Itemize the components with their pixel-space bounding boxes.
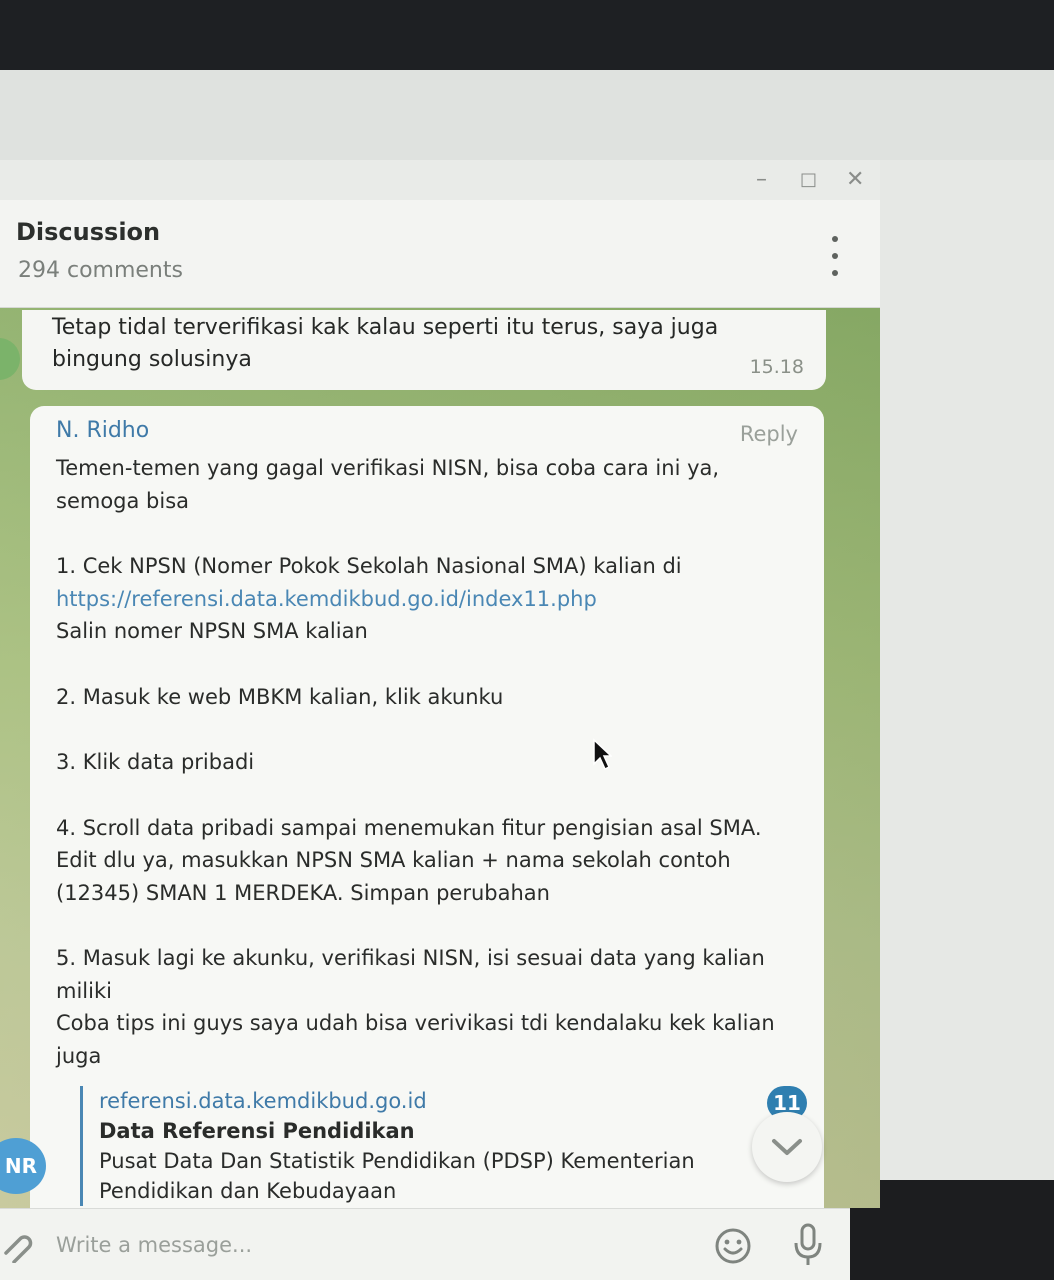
link-preview-description: Pusat Data Dan Statistik Pendidikan (PDS…	[99, 1149, 695, 1203]
discussion-header: Discussion 294 comments	[0, 200, 880, 308]
mouse-cursor-icon	[592, 738, 613, 776]
message-link[interactable]: https://referensi.data.kemdikbud.go.id/i…	[56, 583, 796, 616]
desktop-background	[0, 70, 1054, 160]
chevron-down-icon	[772, 1139, 802, 1155]
maximize-button[interactable]: □	[800, 168, 817, 192]
top-dark-bar	[0, 0, 1054, 70]
paperclip-icon[interactable]	[0, 1231, 36, 1263]
kebab-dot	[832, 236, 838, 242]
emoji-icon[interactable]	[714, 1227, 752, 1265]
close-button[interactable]: ✕	[846, 168, 864, 192]
window-titlebar: – □ ✕	[0, 160, 880, 200]
microphone-icon[interactable]	[792, 1223, 824, 1267]
reply-button[interactable]: Reply	[740, 422, 798, 446]
sender-name[interactable]: N. Ridho	[56, 418, 149, 443]
kebab-menu-icon[interactable]	[820, 236, 850, 276]
message-line: Temen-temen yang gagal verifikasi NISN, …	[56, 456, 726, 513]
message-line: 4. Scroll data pribadi sampai menemukan …	[56, 815, 769, 905]
page-title: Discussion	[16, 218, 161, 246]
chat-window: – □ ✕ Discussion 294 comments Tetap tida…	[0, 160, 880, 1280]
link-preview[interactable]: referensi.data.kemdikbud.go.id Data Refe…	[80, 1086, 760, 1206]
message-time: 15.18	[749, 356, 804, 378]
message-line: Coba tips ini guys saya udah bisa verivi…	[56, 1011, 782, 1068]
kebab-dot	[832, 253, 838, 259]
message-text: Tetap tidal terverifikasi kak kalau sepe…	[52, 315, 719, 372]
link-preview-domain[interactable]: referensi.data.kemdikbud.go.id	[99, 1086, 760, 1116]
kebab-dot	[832, 270, 838, 276]
message-input[interactable]	[56, 1227, 656, 1263]
bottom-dark-area	[850, 1180, 1054, 1280]
message-line: 2. Masuk ke web MBKM kalian, klik akunku	[56, 684, 504, 709]
message-bubble[interactable]: N. Ridho Reply Temen-temen yang gagal ve…	[30, 406, 824, 1280]
message-line: Salin nomer NPSN SMA kalian	[56, 619, 368, 643]
minimize-button[interactable]: –	[756, 168, 767, 192]
message-line: 5. Masuk lagi ke akunku, verifikasi NISN…	[56, 946, 772, 1003]
message-body: Temen-temen yang gagal verifikasi NISN, …	[56, 452, 796, 1072]
comment-count: 294 comments	[18, 258, 183, 283]
message-line: 3. Klik data pribadi	[56, 750, 255, 774]
message-line: 1. Cek NPSN (Nomer Pokok Sekolah Nasiona…	[56, 554, 682, 578]
right-side-panel	[880, 160, 1054, 1180]
message-composer	[0, 1208, 850, 1280]
message-bubble[interactable]: Tetap tidal terverifikasi kak kalau sepe…	[22, 310, 826, 390]
link-preview-title: Data Referensi Pendidikan	[99, 1119, 415, 1143]
scroll-down-button[interactable]	[752, 1112, 822, 1182]
